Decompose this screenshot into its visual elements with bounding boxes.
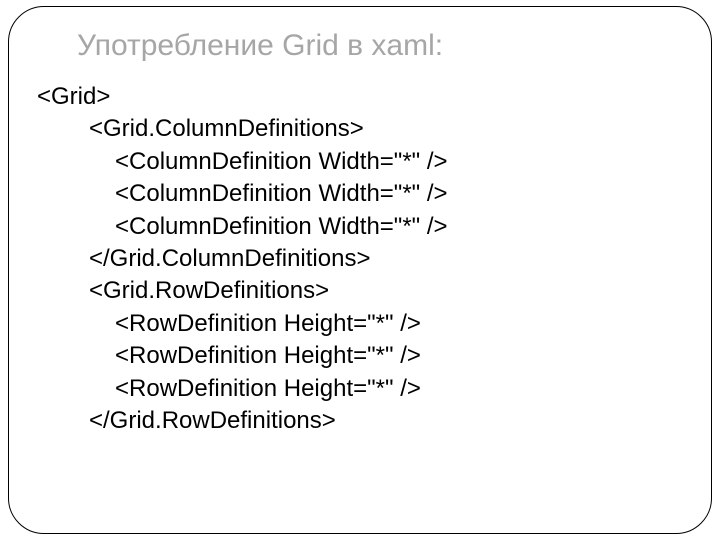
code-line: <Grid.ColumnDefinitions> <box>37 113 683 145</box>
code-block: <Grid> <Grid.ColumnDefinitions> <ColumnD… <box>37 81 683 437</box>
code-line: </Grid.RowDefinitions> <box>37 405 683 437</box>
code-line: <RowDefinition Height="*" /> <box>37 373 683 405</box>
code-line: <Grid> <box>37 81 683 113</box>
code-line: <RowDefinition Height="*" /> <box>37 308 683 340</box>
code-line: <ColumnDefinition Width="*" /> <box>37 211 683 243</box>
code-line: <RowDefinition Height="*" /> <box>37 340 683 372</box>
code-line: <Grid.RowDefinitions> <box>37 275 683 307</box>
code-line: <ColumnDefinition Width="*" /> <box>37 146 683 178</box>
code-line: </Grid.ColumnDefinitions> <box>37 243 683 275</box>
slide-title: Употребление Grid в xaml: <box>77 29 683 63</box>
slide-frame: Употребление Grid в xaml: <Grid> <Grid.C… <box>8 6 712 534</box>
code-line: <ColumnDefinition Width="*" /> <box>37 178 683 210</box>
